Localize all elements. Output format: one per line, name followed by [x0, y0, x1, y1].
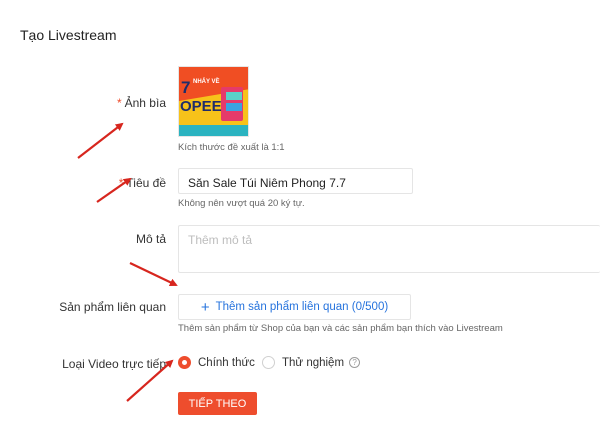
- radio-trial[interactable]: Thử nghiệm ?: [262, 356, 361, 369]
- title-input-value: Săn Sale Túi Niêm Phong 7.7: [188, 176, 346, 190]
- thumb-subtitle: NHẢY VỀ: [193, 78, 220, 85]
- thumb-headline: OPEE: [180, 98, 222, 115]
- radio-official[interactable]: Chính thức: [178, 356, 255, 369]
- related-products-label: Sản phẩm liên quan: [59, 300, 166, 314]
- add-related-products-label: Thêm sản phẩm liên quan (0/500): [215, 301, 389, 313]
- description-label: Mô tả: [135, 232, 166, 246]
- title-field-label: * Tiêu đề: [118, 176, 166, 190]
- required-marker: *: [116, 96, 122, 110]
- required-marker: *: [118, 176, 124, 190]
- cover-thumbnail: 7 NHẢY VỀ OPEE: [179, 67, 248, 136]
- cover-hint: Kích thước đề xuất là 1:1: [178, 142, 285, 153]
- annotation-arrow-icon: [77, 122, 124, 159]
- title-input[interactable]: Săn Sale Túi Niêm Phong 7.7: [178, 168, 413, 194]
- plus-icon: +: [200, 298, 210, 316]
- next-button[interactable]: TIẾP THEO: [178, 392, 257, 415]
- thumb-number: 7: [181, 78, 190, 97]
- help-icon[interactable]: ?: [349, 357, 361, 368]
- annotation-arrow-icon: [129, 262, 178, 287]
- radio-trial-label: Thử nghiệm: [282, 356, 345, 369]
- title-hint: Không nên vượt quá 20 ký tự.: [178, 198, 305, 209]
- related-products-hint: Thêm sản phẩm từ Shop của bạn và các sản…: [178, 323, 503, 334]
- radio-trial-circle[interactable]: [262, 356, 275, 369]
- cover-image[interactable]: 7 NHẢY VỀ OPEE: [178, 66, 249, 137]
- description-placeholder: Thêm mô tả: [188, 233, 253, 247]
- page-title: Tạo Livestream: [20, 27, 117, 43]
- description-textarea[interactable]: Thêm mô tả: [178, 225, 600, 273]
- radio-official-label: Chính thức: [198, 356, 255, 369]
- video-type-label: Loại Video trực tiếp: [62, 357, 166, 371]
- add-related-products-button[interactable]: + Thêm sản phẩm liên quan (0/500): [178, 294, 411, 320]
- cover-label: * Ảnh bìa: [116, 96, 166, 110]
- radio-official-circle[interactable]: [178, 356, 191, 369]
